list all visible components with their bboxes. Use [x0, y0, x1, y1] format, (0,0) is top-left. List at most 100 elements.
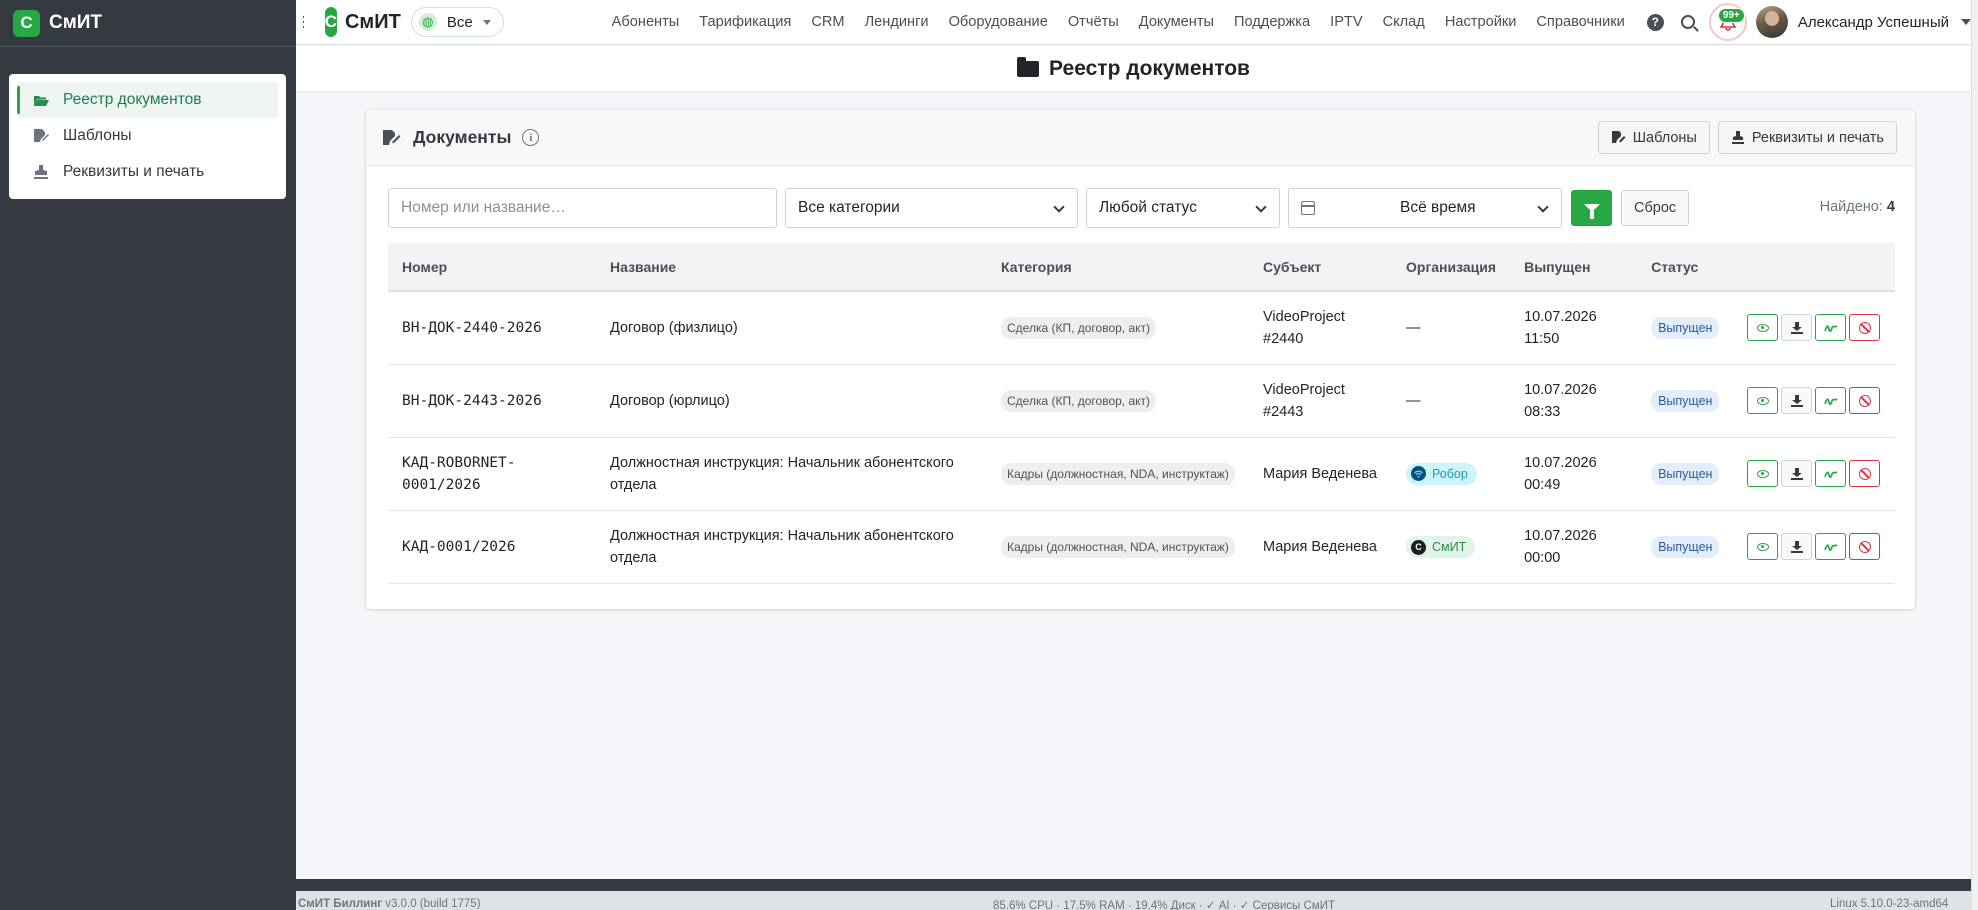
table-row[interactable]: ВН-ДОК-2443-2026 Договор (юрлицо) Сделка… — [388, 364, 1895, 438]
status-badge: Выпущен — [1651, 462, 1720, 485]
templates-button[interactable]: Шаблоны — [1597, 121, 1710, 154]
issued-time: 11:50 — [1524, 330, 1560, 347]
doc-subject: Мария Веденева — [1249, 510, 1392, 584]
view-button[interactable] — [1747, 533, 1779, 560]
table-row[interactable]: ВН-ДОК-2440-2026 Договор (физлицо) Сделк… — [388, 291, 1895, 365]
menu-item-documents[interactable]: Документы — [1129, 14, 1224, 30]
column-header-organization[interactable]: Организация — [1392, 243, 1511, 292]
revoke-button[interactable] — [1849, 533, 1881, 560]
doc-issued: 10.07.2026 11:50 — [1510, 291, 1638, 365]
column-header-name[interactable]: Название — [596, 243, 987, 292]
issued-time: 08:33 — [1524, 403, 1561, 420]
sign-button[interactable] — [1815, 460, 1847, 487]
doc-number[interactable]: ВН-ДОК-2440-2026 — [388, 291, 596, 365]
revoke-button[interactable] — [1849, 387, 1881, 414]
menu-item-reports[interactable]: Отчёты — [1058, 14, 1129, 30]
caret-down-icon — [482, 19, 491, 25]
help-icon[interactable]: ? — [1646, 13, 1664, 31]
download-button[interactable] — [1781, 533, 1813, 560]
category-badge: Сделка (КП, договор, акт) — [1001, 389, 1157, 412]
doc-name[interactable]: Договор (юрлицо) — [596, 364, 987, 438]
download-icon — [1790, 395, 1803, 407]
info-icon[interactable]: i — [522, 129, 540, 146]
menu-item-iptv[interactable]: IPTV — [1320, 14, 1372, 30]
status-select[interactable]: Любой статус — [1086, 188, 1280, 228]
doc-name[interactable]: Должностная инструкция: Начальник абонен… — [596, 437, 987, 511]
revoke-button[interactable] — [1849, 460, 1881, 487]
reset-button[interactable]: Сброс — [1621, 190, 1690, 226]
menu-item-equipment[interactable]: Оборудование — [939, 14, 1058, 30]
view-button[interactable] — [1747, 460, 1779, 487]
revoke-button[interactable] — [1849, 314, 1881, 342]
sidebar-item-registry[interactable]: Реестр документов — [17, 82, 278, 118]
column-header-number[interactable]: Номер — [388, 243, 596, 292]
apply-filter-button[interactable] — [1571, 190, 1612, 226]
doc-number[interactable]: КАД-0001/2026 — [388, 510, 596, 584]
org-badge-smit[interactable]: C СмИТ — [1406, 536, 1476, 558]
issued-date: 10.07.2026 — [1524, 308, 1597, 325]
menu-toggle-icon[interactable] — [303, 16, 304, 28]
user-avatar[interactable] — [1755, 6, 1788, 38]
menu-item-directories[interactable]: Справочники — [1526, 14, 1634, 30]
table-row[interactable]: КАД-0001/2026 Должностная инструкция: На… — [388, 510, 1895, 584]
menu-item-support[interactable]: Поддержка — [1224, 14, 1320, 30]
card-header-actions: Шаблоны Реквизиты и печать — [1597, 121, 1897, 154]
user-menu-caret-icon[interactable] — [1961, 19, 1971, 25]
doc-number[interactable]: ВН-ДОК-2443-2026 — [388, 364, 596, 438]
sign-button[interactable] — [1815, 314, 1847, 342]
menu-item-landings[interactable]: Лендинги — [855, 14, 939, 30]
view-button[interactable] — [1747, 387, 1779, 414]
signature-icon — [1824, 470, 1838, 478]
notifications-button[interactable]: 99+ — [1708, 3, 1747, 41]
column-header-category[interactable]: Категория — [987, 243, 1249, 292]
search-icon[interactable] — [1680, 15, 1695, 29]
footer-version: СмИТ Биллинг v3.0.0 (build 1775) — [298, 898, 481, 910]
download-button[interactable] — [1781, 387, 1813, 414]
doc-number[interactable]: КАД-ROBORNET-0001/2026 — [388, 437, 596, 511]
menu-item-settings[interactable]: Настройки — [1435, 14, 1527, 30]
subject-line: #2443 — [1263, 403, 1304, 420]
doc-name[interactable]: Договор (физлицо) — [596, 291, 987, 365]
menu-item-warehouse[interactable]: Склад — [1373, 14, 1435, 30]
sign-button[interactable] — [1815, 533, 1847, 560]
sidebar-item-templates[interactable]: Шаблоны — [17, 118, 278, 154]
category-select[interactable]: Все категории — [785, 188, 1078, 228]
footer-top-bar — [296, 879, 1971, 891]
column-header-subject[interactable]: Субъект — [1249, 243, 1392, 292]
download-button[interactable] — [1781, 460, 1813, 487]
signature-icon — [1824, 325, 1838, 332]
requisites-button[interactable]: Реквизиты и печать — [1717, 121, 1897, 154]
status-badge: Выпущен — [1651, 316, 1720, 339]
column-header-issued[interactable]: Выпущен — [1510, 243, 1638, 292]
navbar-brand[interactable]: СмИТ — [345, 11, 401, 34]
eye-icon — [1756, 542, 1769, 551]
menu-item-tariffs[interactable]: Тарификация — [689, 14, 801, 30]
column-header-status[interactable]: Статус — [1637, 243, 1734, 292]
page-scrollbar[interactable] — [1971, 0, 1978, 910]
menu-item-subscribers[interactable]: Абоненты — [602, 14, 690, 30]
doc-name[interactable]: Должностная инструкция: Начальник абонен… — [596, 510, 987, 584]
footer-kernel: Linux 5.10.0-23-amd64 — [1830, 898, 1949, 910]
menu-item-crm[interactable]: CRM — [801, 14, 854, 30]
download-button[interactable] — [1781, 314, 1813, 342]
navbar-logo-icon[interactable]: С — [324, 7, 337, 37]
status-select-value: Любой статус — [1099, 199, 1197, 216]
scope-selector[interactable]: ◍ Все — [410, 7, 504, 37]
sign-button[interactable] — [1815, 387, 1847, 414]
period-select[interactable]: Всё время — [1288, 188, 1562, 228]
sidebar-brand[interactable]: С СмИТ — [0, 0, 296, 47]
search-input[interactable]: Номер или название… — [388, 188, 777, 228]
category-badge: Кадры (должностная, NDA, инструктаж) — [1001, 462, 1235, 485]
doc-organization: — — [1392, 364, 1511, 438]
table-row[interactable]: КАД-ROBORNET-0001/2026 Должностная инстр… — [388, 437, 1895, 511]
ban-icon — [1858, 394, 1871, 407]
org-badge-robor[interactable]: Робор — [1406, 462, 1477, 485]
sidebar-item-requisites[interactable]: Реквизиты и печать — [17, 154, 278, 190]
footer-system-stats: 85.6% CPU · 17.5% RAM · 19.4% Диск · ✓ A… — [993, 900, 1335, 910]
view-button[interactable] — [1747, 314, 1779, 342]
issued-date: 10.07.2026 — [1524, 454, 1597, 471]
doc-subject: VideoProject #2440 — [1249, 291, 1392, 365]
doc-name-line: отдела — [610, 549, 657, 566]
issued-date: 10.07.2026 — [1524, 527, 1597, 544]
user-name[interactable]: Александр Успешный — [1798, 14, 1949, 31]
